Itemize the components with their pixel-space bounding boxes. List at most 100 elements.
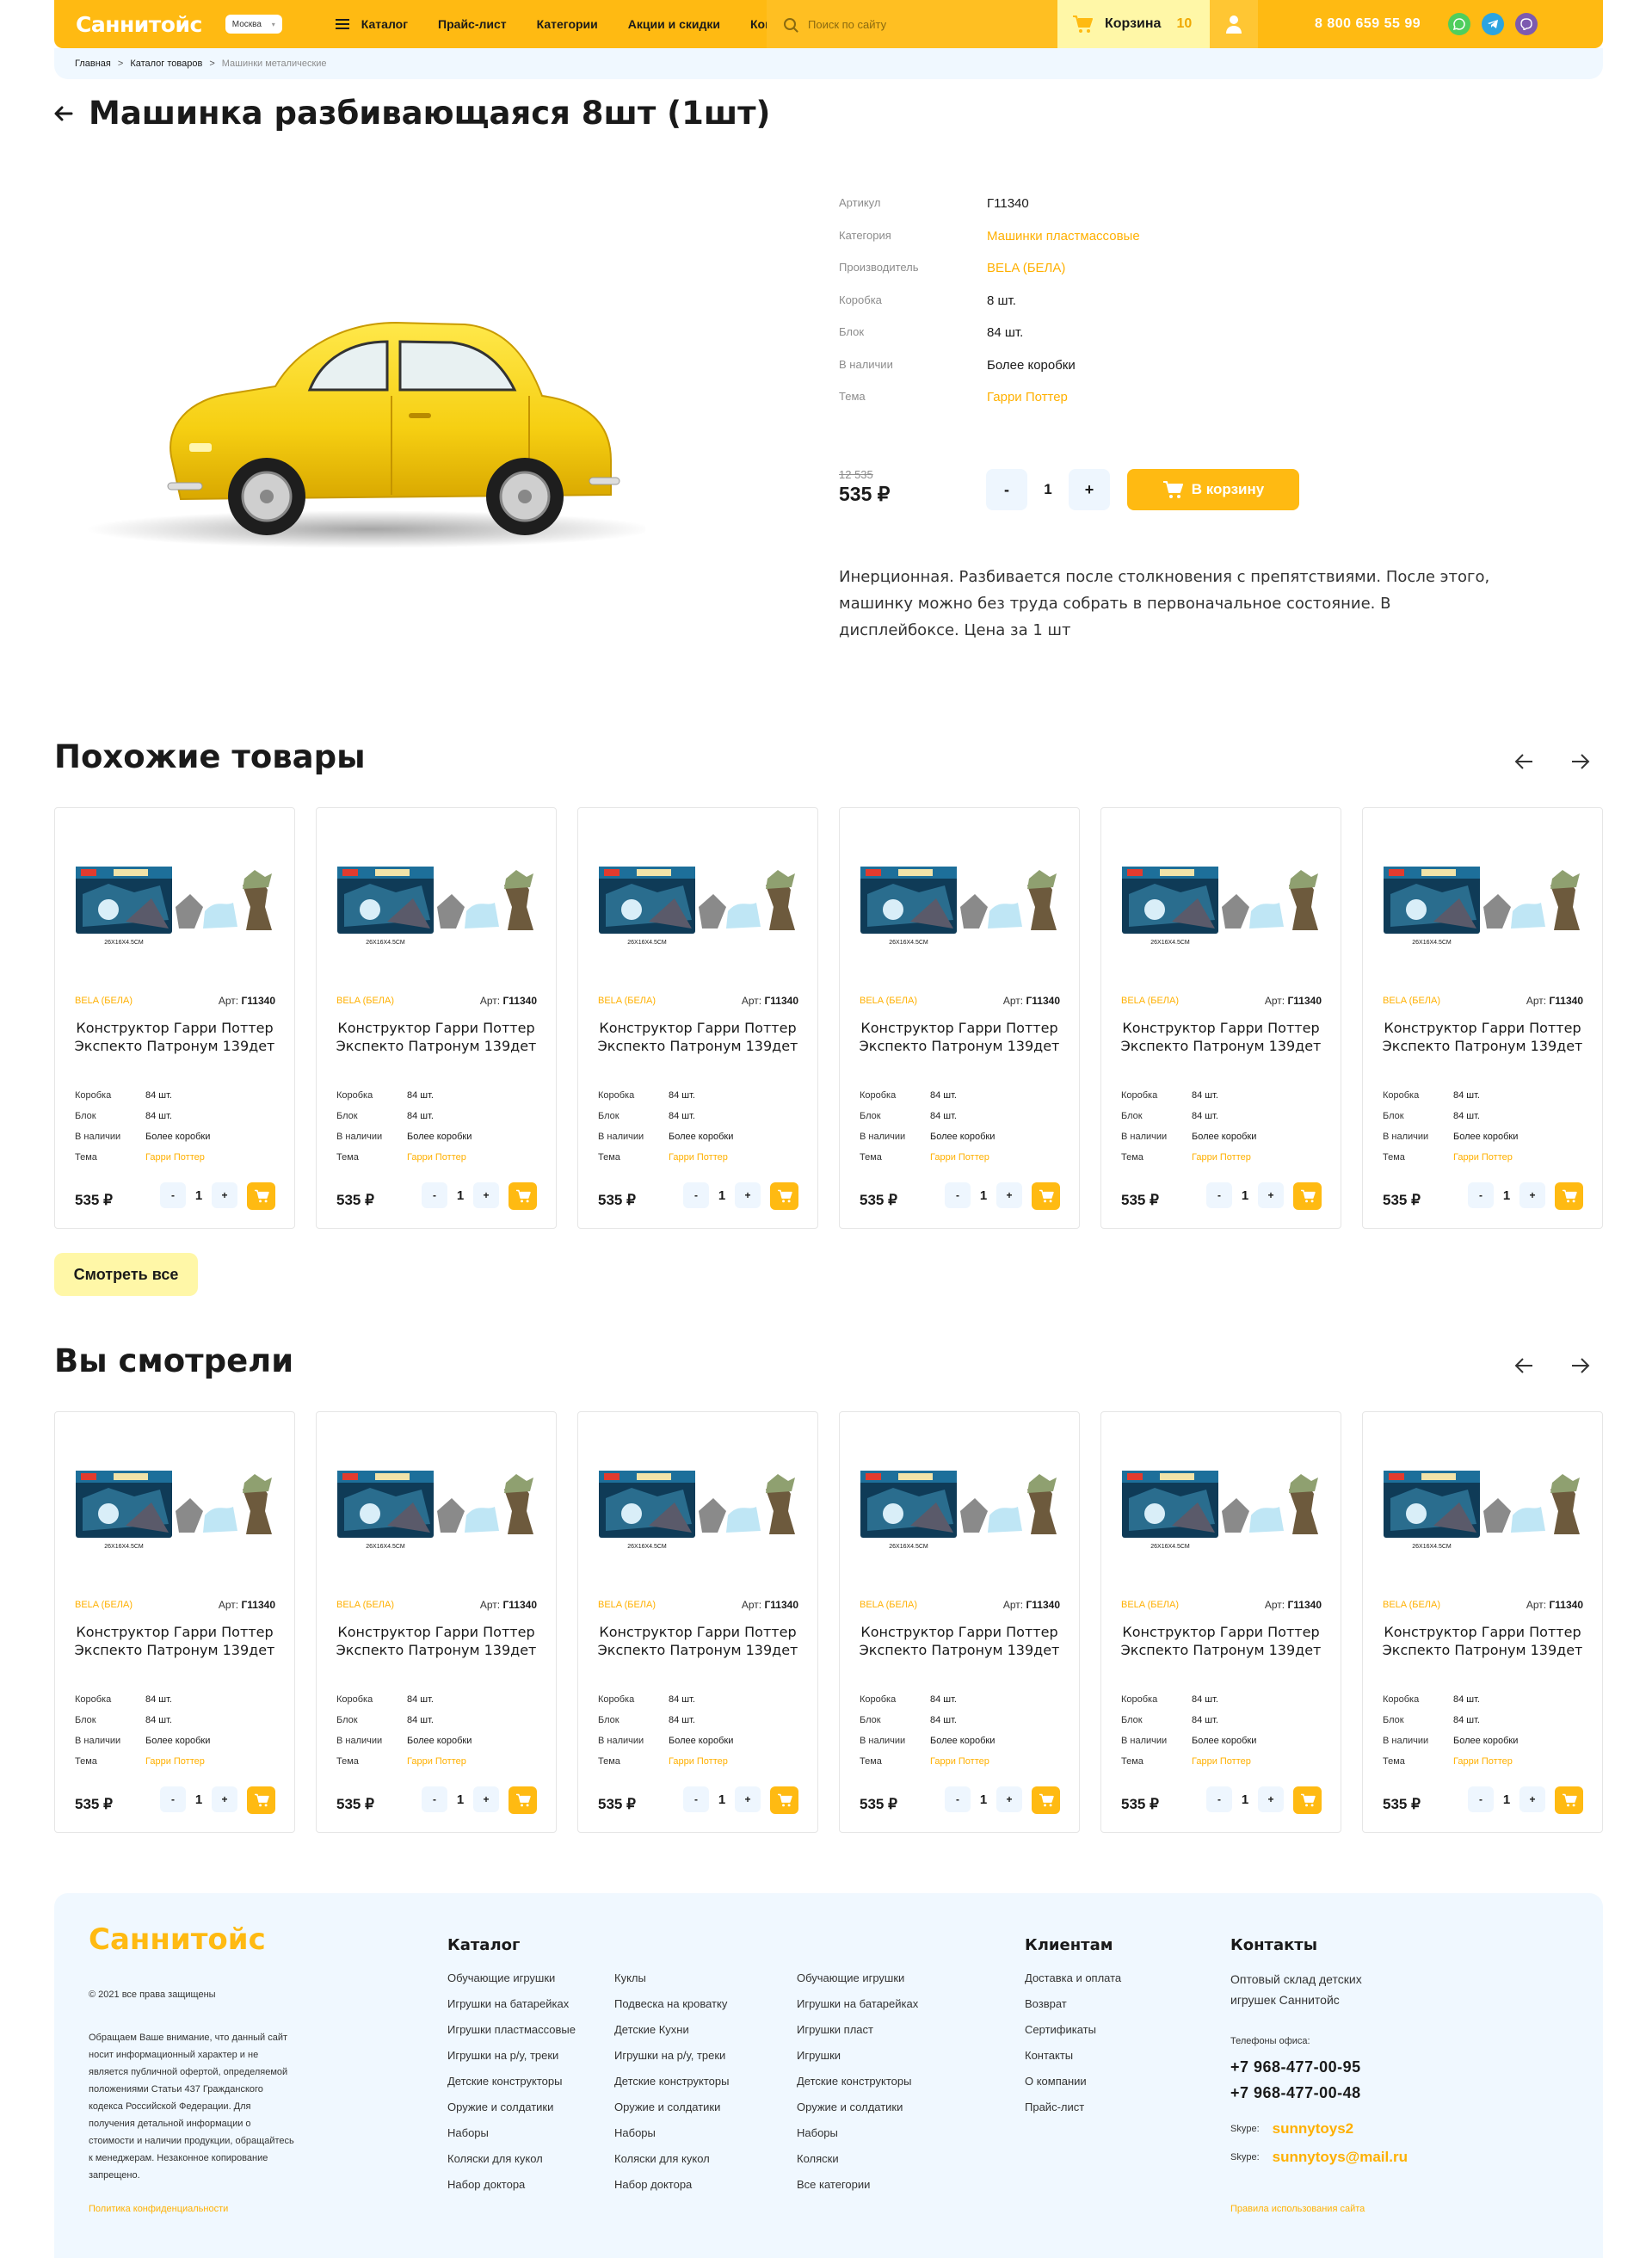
footer-link[interactable]: Оружие и солдатики	[447, 2101, 576, 2126]
product-card[interactable]: 26X16X4.5CM BELA (БЕЛА) Арт: Г11340 Конс…	[1100, 807, 1341, 1229]
add-to-cart-button[interactable]: В корзину	[1127, 469, 1299, 510]
city-select[interactable]: Москва ▾	[225, 15, 282, 34]
spec-value-link[interactable]: Машинки пластмассовые	[987, 229, 1140, 244]
footer-link[interactable]: Все категории	[797, 2178, 918, 2204]
footer-link[interactable]: Игрушки на р/у, треки	[614, 2049, 729, 2075]
card-quantity-value[interactable]: 1	[1494, 1188, 1519, 1203]
card-decrease-button[interactable]: -	[945, 1182, 971, 1208]
footer-link[interactable]: Игрушки на батарейках	[447, 1997, 576, 2023]
footer-link[interactable]: Оружие и солдатики	[797, 2101, 918, 2126]
footer-link[interactable]: Игрушки пластмассовые	[447, 2023, 576, 2049]
product-card[interactable]: 26X16X4.5CM BELA (БЕЛА) Арт: Г11340 Конс…	[1362, 807, 1603, 1229]
nav-catalog[interactable]: Каталог	[335, 17, 408, 31]
card-spec-value-link[interactable]: Гарри Поттер	[1192, 1756, 1251, 1767]
card-quantity-value[interactable]: 1	[709, 1188, 735, 1203]
nav-categories[interactable]: Категории	[537, 17, 598, 31]
footer-link[interactable]: Детские конструкторы	[797, 2075, 918, 2101]
product-card[interactable]: 26X16X4.5CM BELA (БЕЛА) Арт: Г11340 Конс…	[839, 1411, 1080, 1833]
card-add-to-cart-button[interactable]	[509, 1182, 537, 1210]
card-spec-value-link[interactable]: Гарри Поттер	[1453, 1152, 1513, 1163]
card-brand-link[interactable]: BELA (БЕЛА)	[598, 996, 656, 1006]
card-quantity-value[interactable]: 1	[709, 1792, 735, 1807]
card-product-name[interactable]: Конструктор Гарри Поттер Экспекто Патрон…	[325, 1623, 547, 1659]
card-add-to-cart-button[interactable]	[509, 1786, 537, 1814]
card-add-to-cart-button[interactable]	[1555, 1182, 1583, 1210]
search-input[interactable]: Поиск по сайту	[767, 0, 1057, 48]
product-card[interactable]: 26X16X4.5CM BELA (БЕЛА) Арт: Г11340 Конс…	[316, 1411, 557, 1833]
card-increase-button[interactable]: +	[735, 1182, 761, 1208]
footer-link[interactable]: Обучающие игрушки	[797, 1971, 918, 1997]
card-add-to-cart-button[interactable]	[770, 1182, 798, 1210]
telegram-icon[interactable]	[1482, 13, 1504, 35]
card-increase-button[interactable]: +	[473, 1786, 499, 1812]
card-add-to-cart-button[interactable]	[1293, 1786, 1322, 1814]
card-brand-link[interactable]: BELA (БЕЛА)	[1121, 1600, 1179, 1610]
card-decrease-button[interactable]: -	[160, 1182, 186, 1208]
footer-link[interactable]: Набор доктора	[447, 2178, 576, 2204]
footer-link[interactable]: Наборы	[614, 2126, 729, 2152]
arrow-right-icon[interactable]	[1569, 750, 1592, 773]
card-decrease-button[interactable]: -	[1468, 1182, 1494, 1208]
card-product-name[interactable]: Конструктор Гарри Поттер Экспекто Патрон…	[64, 1019, 286, 1055]
card-brand-link[interactable]: BELA (БЕЛА)	[598, 1600, 656, 1610]
footer-link[interactable]: Коляски	[797, 2152, 918, 2178]
card-increase-button[interactable]: +	[1519, 1786, 1545, 1812]
footer-link[interactable]: Обучающие игрушки	[447, 1971, 576, 1997]
card-product-name[interactable]: Конструктор Гарри Поттер Экспекто Патрон…	[325, 1019, 547, 1055]
card-decrease-button[interactable]: -	[683, 1786, 709, 1812]
footer-phone-1[interactable]: +7 968-477-00-95	[1230, 2058, 1361, 2076]
card-decrease-button[interactable]: -	[422, 1786, 447, 1812]
arrow-right-icon[interactable]	[1569, 1354, 1592, 1377]
footer-link[interactable]: Куклы	[614, 1971, 729, 1997]
email-link[interactable]: sunnytoys@mail.ru	[1273, 2149, 1408, 2166]
card-quantity-value[interactable]: 1	[186, 1792, 212, 1807]
card-quantity-value[interactable]: 1	[971, 1792, 996, 1807]
card-add-to-cart-button[interactable]	[1032, 1182, 1060, 1210]
card-decrease-button[interactable]: -	[160, 1786, 186, 1812]
card-product-name[interactable]: Конструктор Гарри Поттер Экспекто Патрон…	[1372, 1019, 1593, 1055]
product-card[interactable]: 26X16X4.5CM BELA (БЕЛА) Арт: Г11340 Конс…	[839, 807, 1080, 1229]
product-card[interactable]: 26X16X4.5CM BELA (БЕЛА) Арт: Г11340 Конс…	[1362, 1411, 1603, 1833]
card-decrease-button[interactable]: -	[1206, 1182, 1232, 1208]
footer-link[interactable]: Коляски для кукол	[614, 2152, 729, 2178]
footer-link[interactable]: Наборы	[447, 2126, 576, 2152]
spec-value-link[interactable]: BELA (БЕЛА)	[987, 261, 1065, 275]
footer-link[interactable]: Детские Кухни	[614, 2023, 729, 2049]
breadcrumb-home[interactable]: Главная	[75, 59, 111, 69]
card-increase-button[interactable]: +	[212, 1786, 237, 1812]
card-quantity-value[interactable]: 1	[447, 1188, 473, 1203]
card-spec-value-link[interactable]: Гарри Поттер	[930, 1756, 989, 1767]
card-spec-value-link[interactable]: Гарри Поттер	[930, 1152, 989, 1163]
footer-link[interactable]: Сертификаты	[1025, 2023, 1121, 2049]
footer-link[interactable]: Игрушки на р/у, треки	[447, 2049, 576, 2075]
arrow-left-icon[interactable]	[1513, 750, 1535, 773]
footer-link[interactable]: Подвеска на кроватку	[614, 1997, 729, 2023]
card-quantity-value[interactable]: 1	[971, 1188, 996, 1203]
card-brand-link[interactable]: BELA (БЕЛА)	[860, 996, 917, 1006]
footer-link[interactable]: Набор доктора	[614, 2178, 729, 2204]
card-increase-button[interactable]: +	[735, 1786, 761, 1812]
card-product-name[interactable]: Конструктор Гарри Поттер Экспекто Патрон…	[1110, 1019, 1332, 1055]
card-add-to-cart-button[interactable]	[770, 1786, 798, 1814]
card-spec-value-link[interactable]: Гарри Поттер	[1192, 1152, 1251, 1163]
privacy-policy-link[interactable]: Политика конфиденциальности	[89, 2204, 228, 2214]
footer-phone-2[interactable]: +7 968-477-00-48	[1230, 2084, 1361, 2102]
viber-icon[interactable]	[1515, 13, 1538, 35]
footer-link[interactable]: Детские конструкторы	[447, 2075, 576, 2101]
card-product-name[interactable]: Конструктор Гарри Поттер Экспекто Патрон…	[848, 1019, 1070, 1055]
footer-link[interactable]: Контакты	[1025, 2049, 1121, 2075]
card-add-to-cart-button[interactable]	[247, 1786, 275, 1814]
card-add-to-cart-button[interactable]	[247, 1182, 275, 1210]
nav-price-list[interactable]: Прайс-лист	[438, 17, 507, 31]
product-card[interactable]: 26X16X4.5CM BELA (БЕЛА) Арт: Г11340 Конс…	[577, 1411, 818, 1833]
card-decrease-button[interactable]: -	[683, 1182, 709, 1208]
card-increase-button[interactable]: +	[212, 1182, 237, 1208]
card-brand-link[interactable]: BELA (БЕЛА)	[1383, 1600, 1440, 1610]
footer-link[interactable]: Игрушки пласт	[797, 2023, 918, 2049]
quantity-increase-button[interactable]: +	[1069, 469, 1110, 510]
card-quantity-value[interactable]: 1	[1232, 1792, 1258, 1807]
footer-link[interactable]: Игрушки на батарейках	[797, 1997, 918, 2023]
nav-sales[interactable]: Акции и скидки	[628, 17, 720, 31]
footer-link[interactable]: Коляски для кукол	[447, 2152, 576, 2178]
card-increase-button[interactable]: +	[1258, 1182, 1284, 1208]
